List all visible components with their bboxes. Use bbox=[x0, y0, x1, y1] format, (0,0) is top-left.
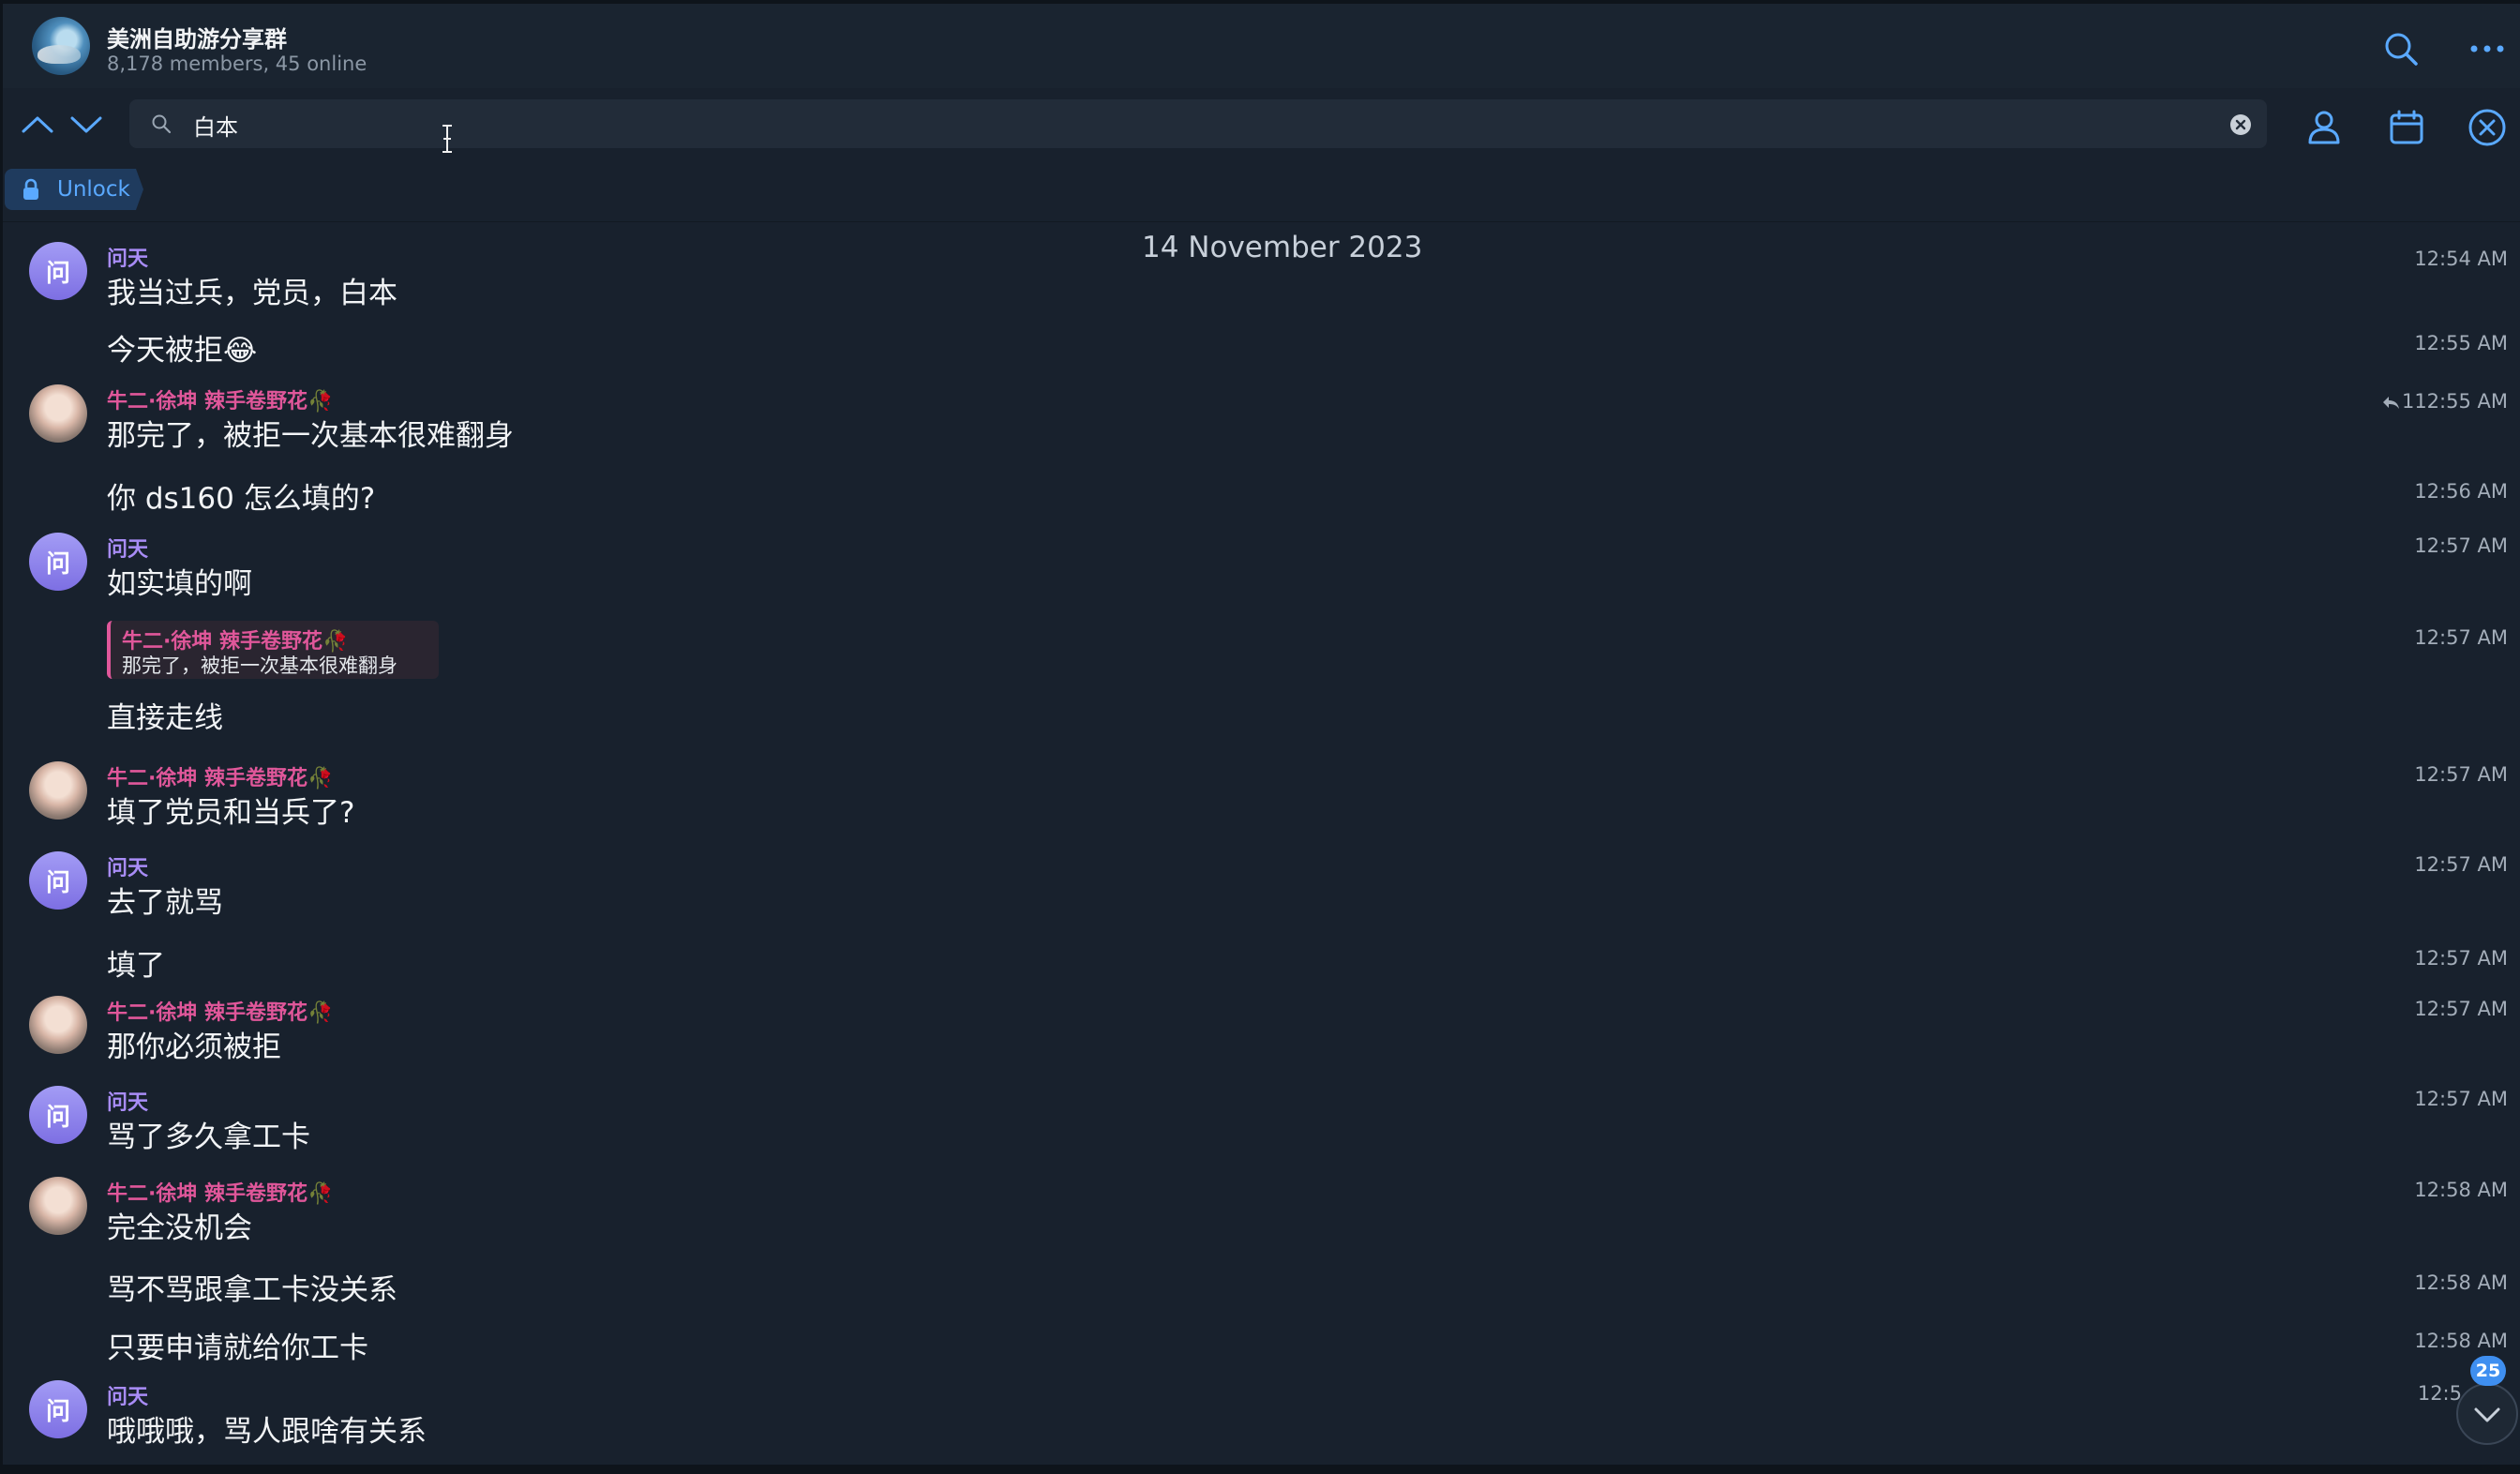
message-time: 12:55 AM bbox=[2414, 332, 2508, 354]
unlock-button[interactable]: Unlock bbox=[5, 169, 143, 210]
message-time: 12:57 AM bbox=[2414, 998, 2508, 1020]
sender-name[interactable]: 牛二·徐坤 辣手卷野花🥀 bbox=[107, 1177, 333, 1207]
message-text: 那完了，被拒一次基本很难翻身 bbox=[107, 419, 514, 453]
message-time: 12:57 AM bbox=[2414, 947, 2508, 970]
message-time: 112:55 AM bbox=[2381, 390, 2508, 413]
message-text: 完全没机会 bbox=[107, 1211, 252, 1245]
message-text: 我当过兵，党员，白本 bbox=[107, 277, 398, 310]
message-item[interactable]: 问 问天 去了就骂 12:57 AM bbox=[3, 846, 2520, 920]
more-options-button[interactable] bbox=[2467, 28, 2508, 69]
avatar[interactable] bbox=[29, 761, 87, 820]
message-text: 今天被拒😂 bbox=[107, 334, 258, 368]
message-item[interactable]: 牛二·徐坤 辣手卷野花🥀 那完了，被拒一次基本很难翻身 112:55 AM bbox=[3, 379, 2520, 453]
chevron-down-icon bbox=[2474, 1407, 2500, 1422]
message-item[interactable]: 问 问天 骂了多久拿工卡 12:57 AM bbox=[3, 1080, 2520, 1154]
message-time: 12:58 AM bbox=[2414, 1271, 2508, 1294]
reply-arrow-icon[interactable] bbox=[2381, 395, 2400, 410]
message-text: 哦哦哦，骂人跟啥有关系 bbox=[107, 1415, 427, 1449]
message-item[interactable]: 今天被拒😂 12:55 AM bbox=[3, 323, 2520, 369]
avatar[interactable] bbox=[29, 384, 87, 443]
sender-name[interactable]: 牛二·徐坤 辣手卷野花🥀 bbox=[107, 384, 333, 414]
previous-result-button[interactable] bbox=[20, 111, 55, 137]
message-item[interactable]: 牛二·徐坤 辣手卷野花🥀 那完了，被拒一次基本很难翻身 直接走线 12:57 A… bbox=[3, 621, 2520, 735]
message-item[interactable]: 问 问天 我当过兵，党员，白本 12:54 AM bbox=[3, 233, 2520, 310]
more-dots-icon bbox=[2470, 45, 2504, 53]
message-time: 12:57 AM bbox=[2414, 626, 2508, 649]
user-icon bbox=[2308, 111, 2340, 144]
message-time: 12:57 AM bbox=[2414, 853, 2508, 876]
message-text: 骂了多久拿工卡 bbox=[107, 1121, 310, 1154]
message-text: 如实填的啊 bbox=[107, 567, 252, 601]
message-item[interactable]: 你 ds160 怎么填的? 12:56 AM bbox=[3, 471, 2520, 518]
message-time: 12:54 AM bbox=[2414, 248, 2508, 270]
text-cursor-icon bbox=[442, 125, 452, 153]
clear-search-icon[interactable] bbox=[2229, 113, 2252, 136]
message-item[interactable]: 骂不骂跟拿工卡没关系 12:58 AM bbox=[3, 1262, 2520, 1309]
group-members-status: 8,178 members, 45 online bbox=[107, 53, 368, 75]
sender-name[interactable]: 牛二·徐坤 辣手卷野花🥀 bbox=[107, 996, 333, 1026]
message-text: 骂不骂跟拿工卡没关系 bbox=[107, 1273, 398, 1307]
scroll-to-bottom-button[interactable] bbox=[2456, 1383, 2518, 1445]
group-title[interactable]: 美洲自助游分享群 bbox=[107, 21, 287, 53]
group-avatar[interactable] bbox=[32, 17, 90, 75]
search-bar-row bbox=[3, 88, 2520, 163]
message-time: 12:58 AM bbox=[2414, 1179, 2508, 1201]
search-input[interactable] bbox=[191, 106, 2164, 143]
lock-icon bbox=[23, 178, 38, 200]
reply-count[interactable]: 1 bbox=[2402, 390, 2414, 413]
message-item[interactable]: 牛二·徐坤 辣手卷野花🥀 完全没机会 12:58 AM bbox=[3, 1171, 2520, 1245]
message-time: 12:57 AM bbox=[2414, 763, 2508, 786]
message-text: 你 ds160 怎么填的? bbox=[107, 482, 376, 516]
message-item[interactable]: 填了 12:57 AM bbox=[3, 938, 2520, 985]
message-item[interactable]: 牛二·徐坤 辣手卷野花🥀 填了党员和当兵了? 12:57 AM bbox=[3, 756, 2520, 830]
chat-header: 美洲自助游分享群 8,178 members, 45 online bbox=[3, 4, 2520, 89]
message-text: 去了就骂 bbox=[107, 886, 223, 920]
message-time: 12:58 AM bbox=[2414, 1330, 2508, 1352]
message-text: 那你必须被拒 bbox=[107, 1030, 281, 1064]
telegram-chat-window: 美洲自助游分享群 8,178 members, 45 online 白本 Unl… bbox=[3, 4, 2520, 1465]
avatar[interactable] bbox=[29, 996, 87, 1054]
search-icon bbox=[152, 114, 172, 134]
message-text: 填了党员和当兵了? bbox=[107, 796, 355, 830]
message-time: 12:57 AM bbox=[2414, 534, 2508, 557]
jump-to-date-button[interactable] bbox=[2386, 107, 2427, 148]
sender-name[interactable]: 问天 bbox=[107, 242, 148, 272]
message-text: 只要申请就给你工卡 bbox=[107, 1331, 368, 1365]
search-button[interactable] bbox=[2380, 28, 2422, 69]
sender-name[interactable]: 问天 bbox=[107, 1086, 148, 1116]
message-time: 12:5 bbox=[2417, 1382, 2462, 1405]
message-text: 填了 bbox=[107, 949, 165, 983]
close-circle-icon bbox=[2468, 109, 2506, 146]
chevron-down-icon bbox=[70, 116, 102, 133]
close-search-button[interactable] bbox=[2467, 107, 2508, 148]
sender-name[interactable]: 问天 bbox=[107, 851, 148, 881]
avatar[interactable]: 问 bbox=[29, 851, 87, 910]
message-item[interactable]: 只要申请就给你工卡 12:58 AM bbox=[3, 1320, 2520, 1367]
quoted-reply[interactable]: 牛二·徐坤 辣手卷野花🥀 那完了，被拒一次基本很难翻身 bbox=[107, 621, 439, 679]
sender-name[interactable]: 问天 bbox=[107, 533, 148, 563]
next-result-button[interactable] bbox=[68, 111, 104, 137]
avatar[interactable]: 问 bbox=[29, 1380, 87, 1438]
message-time: 12:56 AM bbox=[2414, 480, 2508, 503]
chevron-up-icon bbox=[22, 116, 53, 133]
calendar-icon bbox=[2390, 110, 2423, 144]
unlock-bar: Unlock bbox=[3, 163, 2520, 222]
sender-name[interactable]: 牛二·徐坤 辣手卷野花🥀 bbox=[107, 761, 333, 791]
message-list[interactable]: 14 November 2023 问 问天 我当过兵，党员，白本 12:54 A… bbox=[3, 221, 2520, 1465]
message-item[interactable]: 牛二·徐坤 辣手卷野花🥀 那你必须被拒 12:57 AM bbox=[3, 990, 2520, 1064]
unread-count-badge[interactable]: 25 bbox=[2470, 1356, 2506, 1386]
avatar[interactable]: 问 bbox=[29, 1086, 87, 1144]
message-item[interactable]: 问 问天 哦哦哦，骂人跟啥有关系 12:5 bbox=[3, 1375, 2520, 1449]
sender-name[interactable]: 问天 bbox=[107, 1380, 148, 1410]
unlock-label: Unlock bbox=[57, 177, 130, 202]
message-text: 直接走线 bbox=[107, 701, 223, 735]
avatar[interactable]: 问 bbox=[29, 242, 87, 300]
quoted-text: 那完了，被拒一次基本很难翻身 bbox=[122, 654, 398, 677]
search-by-member-button[interactable] bbox=[2303, 107, 2345, 148]
search-icon bbox=[2385, 33, 2418, 66]
message-item[interactable]: 问 问天 如实填的啊 12:57 AM bbox=[3, 527, 2520, 601]
avatar[interactable]: 问 bbox=[29, 533, 87, 591]
avatar[interactable] bbox=[29, 1177, 87, 1235]
message-time: 12:57 AM bbox=[2414, 1088, 2508, 1110]
